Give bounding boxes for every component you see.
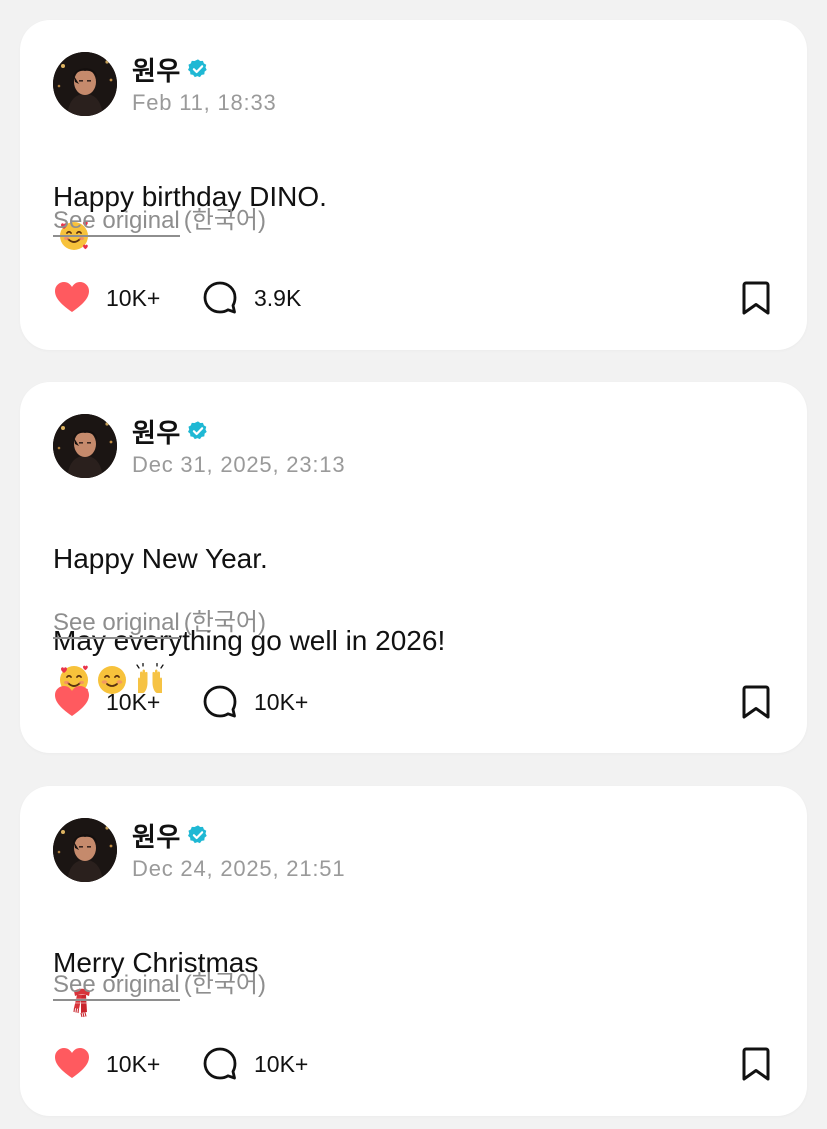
comment-button[interactable]: 3.9K — [201, 279, 301, 317]
comment-button[interactable]: 10K+ — [201, 1045, 308, 1083]
comment-bubble-icon — [201, 1045, 239, 1083]
post-actions: 10K+ 3.9K — [53, 278, 774, 318]
comment-button[interactable]: 10K+ — [201, 683, 308, 721]
translation-row: See original (한국어) — [53, 964, 266, 1001]
see-original-link[interactable]: See original — [53, 971, 180, 1001]
avatar[interactable] — [53, 414, 117, 478]
bookmark-icon — [738, 684, 774, 720]
comment-bubble-icon — [201, 683, 239, 721]
profile-photo-icon — [53, 414, 117, 478]
verified-badge-icon — [187, 420, 209, 442]
bookmark-button[interactable] — [738, 684, 774, 720]
translation-row: See original (한국어) — [53, 602, 266, 639]
like-count: 10K+ — [106, 284, 161, 311]
original-language-label: (한국어) — [183, 609, 266, 636]
author-name[interactable]: 원우 — [132, 817, 181, 854]
verified-badge-icon — [187, 824, 209, 846]
post-timestamp: Dec 24, 2025, 21:51 — [132, 856, 346, 881]
bookmark-icon — [738, 1046, 774, 1082]
like-button[interactable]: 10K+ — [53, 683, 201, 721]
heart-icon — [53, 1045, 91, 1083]
post-timestamp: Feb 11, 18:33 — [132, 90, 277, 115]
verified-badge-icon — [187, 58, 209, 80]
comment-count: 10K+ — [254, 688, 309, 715]
post-feed: 원우 Feb 11, 18:33 Happy birthday DINO. Se… — [0, 0, 827, 1129]
avatar[interactable] — [53, 52, 117, 116]
author-name[interactable]: 원우 — [132, 413, 181, 450]
see-original-link[interactable]: See original — [53, 609, 180, 639]
comment-bubble-icon — [201, 279, 239, 317]
author-row: 원우 — [132, 52, 209, 86]
post-card[interactable]: 원우 Feb 11, 18:33 Happy birthday DINO. Se… — [20, 20, 807, 350]
profile-photo-icon — [53, 52, 117, 116]
post-text-line: Happy New Year. — [53, 543, 268, 574]
heart-icon — [53, 683, 91, 721]
translation-row: See original (한국어) — [53, 200, 266, 237]
like-count: 10K+ — [106, 1050, 161, 1077]
post-actions: 10K+ 10K+ — [53, 1044, 774, 1084]
post-actions: 10K+ 10K+ — [53, 682, 774, 722]
post-text: Happy birthday DINO. — [53, 135, 327, 258]
post-card[interactable]: 원우 Dec 31, 2025, 23:13 Happy New Year. M… — [20, 382, 807, 753]
comment-count: 3.9K — [254, 284, 302, 311]
avatar[interactable] — [53, 818, 117, 882]
post-text: Merry Christmas — [53, 901, 258, 1024]
bookmark-button[interactable] — [738, 280, 774, 316]
like-button[interactable]: 10K+ — [53, 279, 201, 317]
like-button[interactable]: 10K+ — [53, 1045, 201, 1083]
author-row: 원우 — [132, 414, 209, 448]
author-row: 원우 — [132, 818, 209, 852]
like-count: 10K+ — [106, 688, 161, 715]
see-original-link[interactable]: See original — [53, 207, 180, 237]
comment-count: 10K+ — [254, 1050, 309, 1077]
bookmark-button[interactable] — [738, 1046, 774, 1082]
post-card[interactable]: 원우 Dec 24, 2025, 21:51 Merry Christmas S… — [20, 786, 807, 1116]
original-language-label: (한국어) — [183, 207, 266, 234]
heart-icon — [53, 279, 91, 317]
author-name[interactable]: 원우 — [132, 51, 181, 88]
original-language-label: (한국어) — [183, 971, 266, 998]
profile-photo-icon — [53, 818, 117, 882]
bookmark-icon — [738, 280, 774, 316]
post-timestamp: Dec 31, 2025, 23:13 — [132, 452, 346, 477]
